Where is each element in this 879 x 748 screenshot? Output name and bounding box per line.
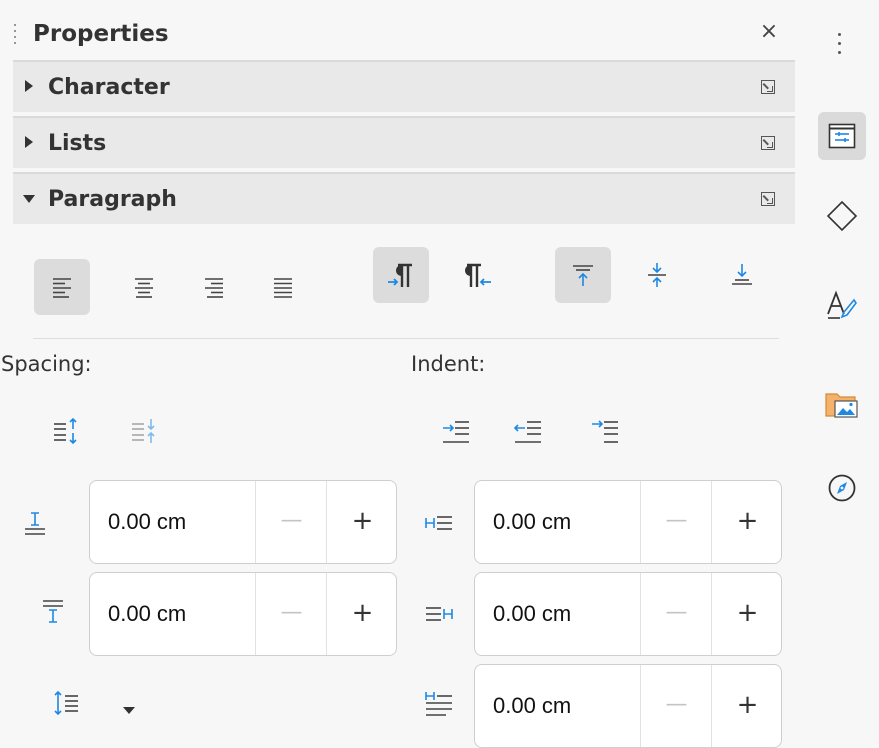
above-spacing-icon [22,510,48,540]
below-spacing-value[interactable]: 0.00 cm [108,573,186,655]
above-spacing-value[interactable]: 0.00 cm [108,481,186,563]
line-spacing-button[interactable] [52,690,80,720]
align-left-button[interactable] [34,259,90,315]
styles-icon [827,290,857,319]
line-spacing-dropdown-button[interactable] [122,700,136,719]
first-line-indent-icon [424,690,454,722]
decrement-button[interactable]: — [255,573,327,655]
section-paragraph[interactable]: Paragraph [13,172,795,224]
increase-spacing-button[interactable] [52,416,80,450]
section-label-paragraph: Paragraph [48,187,177,212]
align-middle-button[interactable] [629,247,685,303]
close-panel-button[interactable]: × [756,19,782,45]
expand-arrow-icon [25,136,33,148]
section-label-lists: Lists [48,131,107,156]
align-middle-icon [648,263,666,287]
tab-styles[interactable] [818,282,866,330]
grip-handle-icon[interactable] [13,24,17,50]
panel-title-row: Properties × [0,10,795,60]
properties-panel: Properties × Character Lists Paragraph S… [0,0,805,748]
navigator-icon [828,474,856,502]
rtl-paragraph-icon [465,263,491,287]
align-right-icon [205,278,223,298]
indent-label: Indent: [411,352,486,376]
increase-spacing-icon [54,417,77,445]
more-options-dialog-icon[interactable] [761,192,775,206]
increment-button[interactable]: + [711,481,783,563]
decrease-spacing-button[interactable] [130,416,158,450]
justify-icon [274,278,292,298]
align-bottom-button[interactable] [714,247,770,303]
align-bottom-icon [732,264,752,285]
chevron-down-icon [123,707,135,714]
tab-gallery[interactable] [818,380,866,428]
collapse-arrow-icon [23,195,35,203]
panel-title: Properties [33,21,169,47]
increment-button[interactable]: + [711,573,783,655]
decrement-button[interactable]: — [255,481,327,563]
shapes-icon [826,200,858,232]
section-label-character: Character [48,75,170,100]
tab-shapes[interactable] [818,192,866,240]
line-spacing-icon [54,690,78,716]
before-indent-value[interactable]: 0.00 cm [493,481,571,563]
increase-indent-icon [443,421,469,443]
decrement-button[interactable]: — [640,481,712,563]
below-spacing-icon [40,598,66,630]
increase-indent-button[interactable] [441,418,471,450]
expand-arrow-icon [25,80,33,92]
align-top-icon [573,265,593,286]
above-spacing-spinbox[interactable]: 0.00 cm — + [89,480,397,564]
justify-button[interactable] [255,259,311,315]
increment-button[interactable]: + [711,665,783,747]
more-options-dialog-icon[interactable] [761,80,775,94]
decrement-button[interactable]: — [640,573,712,655]
more-options-icon[interactable] [837,33,843,59]
section-lists[interactable]: Lists [13,116,795,168]
tab-properties[interactable] [818,112,866,160]
sidebar-tabbar [805,0,879,742]
decrement-button[interactable]: — [640,665,712,747]
first-line-indent-value[interactable]: 0.00 cm [493,665,571,747]
decrease-spacing-icon [132,419,155,443]
align-left-icon [53,278,71,298]
hanging-indent-button[interactable] [590,418,620,450]
align-right-button[interactable] [186,259,242,315]
hanging-indent-icon [592,420,618,443]
properties-icon [828,123,856,149]
more-options-dialog-icon[interactable] [761,136,775,150]
section-character[interactable]: Character [13,60,795,112]
before-indent-spinbox[interactable]: 0.00 cm — + [474,480,782,564]
align-center-button[interactable] [116,259,172,315]
right-to-left-button[interactable] [450,247,506,303]
divider [33,338,779,339]
align-top-button[interactable] [555,247,611,303]
increment-button[interactable]: + [326,481,398,563]
below-spacing-spinbox[interactable]: 0.00 cm — + [89,572,397,656]
before-text-indent-icon [424,512,454,538]
align-center-icon [135,278,153,298]
spacing-label: Spacing: [1,352,92,376]
ltr-paragraph-icon [388,263,412,287]
after-indent-spinbox[interactable]: 0.00 cm — + [474,572,782,656]
gallery-icon [825,393,858,418]
tab-navigator[interactable] [818,464,866,512]
increment-button[interactable]: + [326,573,398,655]
after-indent-value[interactable]: 0.00 cm [493,573,571,655]
decrease-indent-icon [513,421,541,443]
left-to-right-button[interactable] [373,247,429,303]
first-line-indent-spinbox[interactable]: 0.00 cm — + [474,664,782,748]
decrease-indent-button[interactable] [513,418,543,450]
after-text-indent-icon [424,603,454,629]
